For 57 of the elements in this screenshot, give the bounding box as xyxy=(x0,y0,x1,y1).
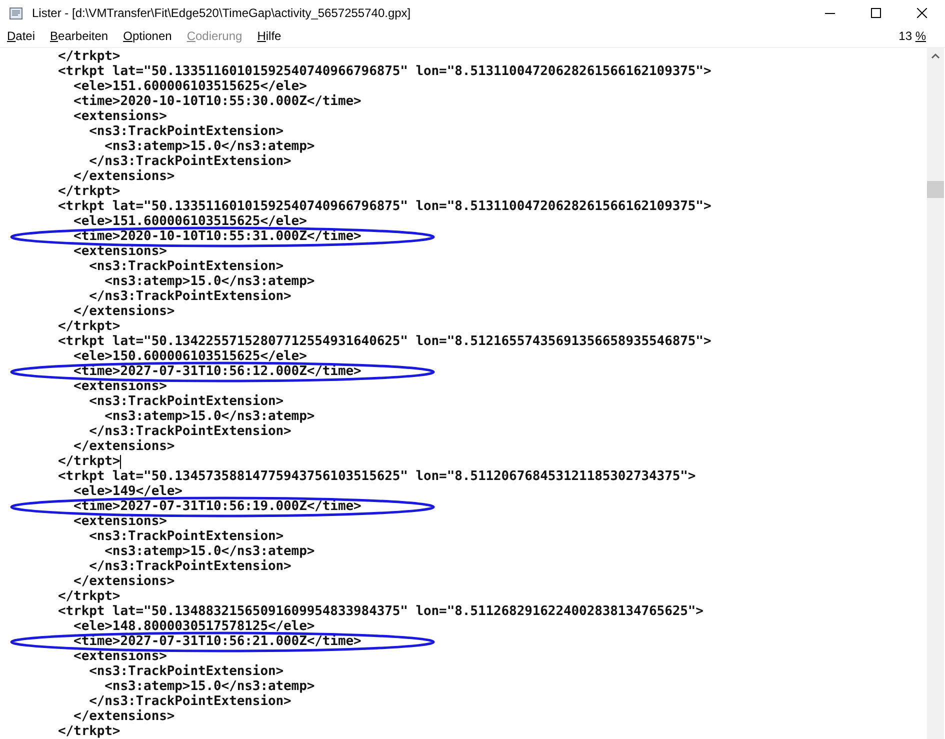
code-line: </trkpt> xyxy=(58,184,120,199)
code-line: <ns3:TrackPointExtension> xyxy=(88,394,284,409)
code-line: </extensions> xyxy=(72,169,175,184)
menu-item[interactable]: Datei xyxy=(7,29,36,43)
code-line: </extensions> xyxy=(72,574,175,589)
window-title: Lister - [d:\VMTransfer\Fit\Edge520\TimeGap\activity_5657255740.gpx] xyxy=(32,6,411,20)
code-line: <ele>149</ele> xyxy=(72,484,182,499)
code-line: <extensions> xyxy=(72,649,167,664)
code-line: <ele>151.600006103515625</ele> xyxy=(72,214,307,229)
code-line: <ns3:TrackPointExtension> xyxy=(88,529,284,544)
code-line: <trkpt lat="50.13422557152807712554931640625" lon="8.51216557435691356658935546875"> xyxy=(58,334,712,349)
code-line: <ele>148.8000030517578125</ele> xyxy=(72,619,315,634)
code-line: <ns3:TrackPointExtension> xyxy=(88,124,284,139)
code-line: <time>2027-07-31T10:56:12.000Z</time> xyxy=(72,364,362,379)
menu-item[interactable]: Optionen xyxy=(123,29,172,43)
code-line: <time>2027-07-31T10:56:21.000Z</time> xyxy=(72,634,362,649)
code-line: <trkpt lat="50.13488321565091609954833984375" lon="8.5112682916224002838134765625"> xyxy=(58,604,704,619)
menu-item[interactable]: Bearbeiten xyxy=(50,29,108,43)
code-line: </ns3:TrackPointExtension> xyxy=(88,559,292,574)
code-line: <ns3:atemp>15.0</ns3:atemp> xyxy=(104,409,315,424)
code-line: <ns3:TrackPointExtension> xyxy=(88,664,284,679)
code-line: </trkpt> xyxy=(58,454,120,469)
code-line: <ns3:atemp>15.0</ns3:atemp> xyxy=(104,679,315,694)
code-line: </ns3:TrackPointExtension> xyxy=(88,694,292,709)
code-line: <trkpt lat="50.13457358814775943756103515625" lon="8.511206768453121185302734375"> xyxy=(58,469,696,484)
code-line: </ns3:TrackPointExtension> xyxy=(88,289,292,304)
code-line: <time>2020-10-10T10:55:30.000Z</time> xyxy=(72,94,362,109)
code-line: <ns3:TrackPointExtension> xyxy=(88,259,284,274)
scrollbar-thumb[interactable] xyxy=(927,181,944,198)
code-line: <ns3:atemp>15.0</ns3:atemp> xyxy=(104,274,315,289)
code-line: </trkpt> xyxy=(58,49,120,64)
percent-indicator: 13 % xyxy=(898,29,926,43)
code-line: </trkpt> xyxy=(58,319,120,334)
close-icon xyxy=(917,8,927,18)
code-line: <time>2020-10-10T10:55:31.000Z</time> xyxy=(72,229,362,244)
code-line: </trkpt> xyxy=(58,724,120,739)
code-line: <ele>151.600006103515625</ele> xyxy=(72,79,307,94)
code-line: <trkpt lat="50.13351160101592540740966796875" lon="8.51311004720628261566162109375"> xyxy=(58,199,712,214)
code-line: <time>2027-07-31T10:56:19.000Z</time> xyxy=(72,499,362,514)
code-line: <ns3:atemp>15.0</ns3:atemp> xyxy=(104,139,315,154)
maximize-icon xyxy=(871,8,881,18)
code-line: <extensions> xyxy=(72,514,167,529)
code-line: <extensions> xyxy=(72,379,167,394)
menu-item[interactable]: Hilfe xyxy=(257,29,282,43)
vertical-scrollbar[interactable] xyxy=(927,48,944,739)
code-line: <ns3:atemp>15.0</ns3:atemp> xyxy=(104,544,315,559)
code-line: </extensions> xyxy=(72,304,175,319)
code-line: </ns3:TrackPointExtension> xyxy=(88,424,292,439)
code-line: <ele>150.600006103515625</ele> xyxy=(72,349,307,364)
code-line: </extensions> xyxy=(72,709,175,724)
code-line: </ns3:TrackPointExtension> xyxy=(88,154,292,169)
code-line: </trkpt> xyxy=(58,589,120,604)
document-icon xyxy=(8,4,24,20)
code-line: <extensions> xyxy=(72,244,167,259)
code-line: </extensions> xyxy=(72,439,175,454)
code-line: <extensions> xyxy=(72,109,167,124)
code-line: <trkpt lat="50.13351160101592540740966796875" lon="8.51311004720628261566162109375"> xyxy=(58,64,712,79)
